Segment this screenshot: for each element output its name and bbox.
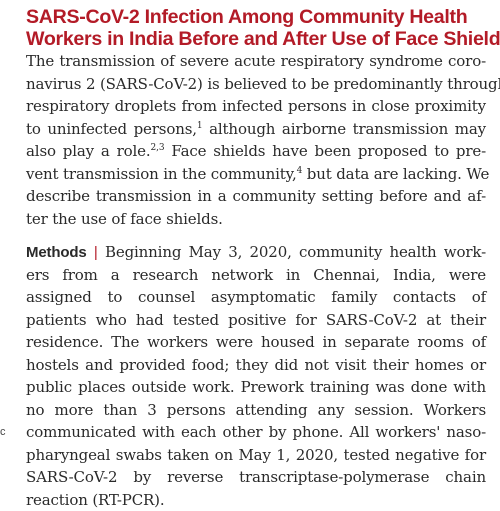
intro-paragraph: The transmission of severe acute respira…: [26, 50, 486, 230]
methods-line-4: patients who had tested positive for SAR…: [26, 309, 486, 332]
methods-text: Beginning May 3, 2020, community health …: [98, 243, 486, 261]
intro-text: also play a role.: [26, 142, 151, 160]
methods-heading: Methods: [26, 244, 87, 261]
intro-text: although airborne transmission may: [203, 120, 487, 138]
intro-line-7: describe transmission in a community set…: [26, 185, 486, 208]
intro-line-1: The transmission of severe acute respira…: [26, 50, 486, 73]
methods-line-9: communicated with each other by phone. A…: [26, 421, 486, 444]
article-title: SARS-CoV-2 Infection Among Community Hea…: [26, 6, 496, 50]
intro-text: but data are lacking. We: [302, 165, 489, 183]
methods-paragraph: Methods | Beginning May 3, 2020, communi…: [26, 241, 486, 511]
methods-line-6: hostels and provided food; they did not …: [26, 354, 486, 377]
intro-line-2: navirus 2 (SARS-CoV-2) is believed to be…: [26, 73, 486, 96]
methods-line-12: reaction (RT-PCR).: [26, 489, 486, 511]
methods-line-8: no more than 3 persons attending any ses…: [26, 399, 486, 422]
intro-text: to uninfected persons,: [26, 120, 197, 138]
intro-text: vent transmission in the community,: [26, 165, 297, 183]
title-line-1: SARS-CoV-2 Infection Among Community Hea…: [26, 6, 496, 28]
margin-mark: c: [0, 426, 6, 438]
methods-line-11: SARS-CoV-2 by reverse transcriptase-poly…: [26, 466, 486, 489]
methods-line-1: Methods | Beginning May 3, 2020, communi…: [26, 241, 486, 264]
methods-line-7: public places outside work. Prework trai…: [26, 376, 486, 399]
methods-line-5: residence. The workers were housed in se…: [26, 331, 486, 354]
methods-line-2: ers from a research network in Chennai, …: [26, 264, 486, 287]
article-page: SARS-CoV-2 Infection Among Community Hea…: [0, 0, 500, 491]
intro-line-4: to uninfected persons,1 although airborn…: [26, 118, 486, 141]
intro-line-5: also play a role.2,3 Face shields have b…: [26, 140, 486, 163]
title-line-2: Workers in India Before and After Use of…: [26, 28, 496, 50]
intro-line-8: ter the use of face shields.: [26, 208, 486, 231]
reference-2-3: 2,3: [151, 143, 165, 153]
methods-line-3: assigned to counsel asymptomatic family …: [26, 286, 486, 309]
intro-line-3: respiratory droplets from infected perso…: [26, 95, 486, 118]
intro-line-6: vent transmission in the community,4 but…: [26, 163, 486, 186]
methods-line-10: pharyngeal swabs taken on May 1, 2020, t…: [26, 444, 486, 467]
intro-text: Face shields have been proposed to pre-: [164, 142, 486, 160]
